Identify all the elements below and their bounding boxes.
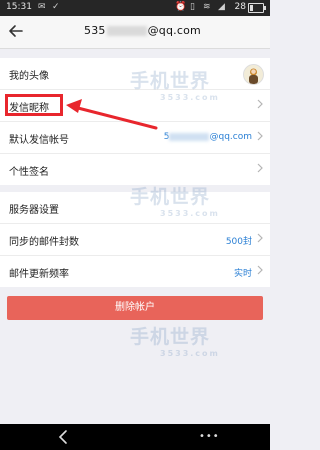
more-options-icon[interactable]: •••	[199, 431, 220, 442]
system-nav-bar: •••	[0, 424, 270, 450]
annotation-arrow-icon	[66, 99, 158, 130]
nav-back-icon[interactable]	[56, 429, 70, 445]
